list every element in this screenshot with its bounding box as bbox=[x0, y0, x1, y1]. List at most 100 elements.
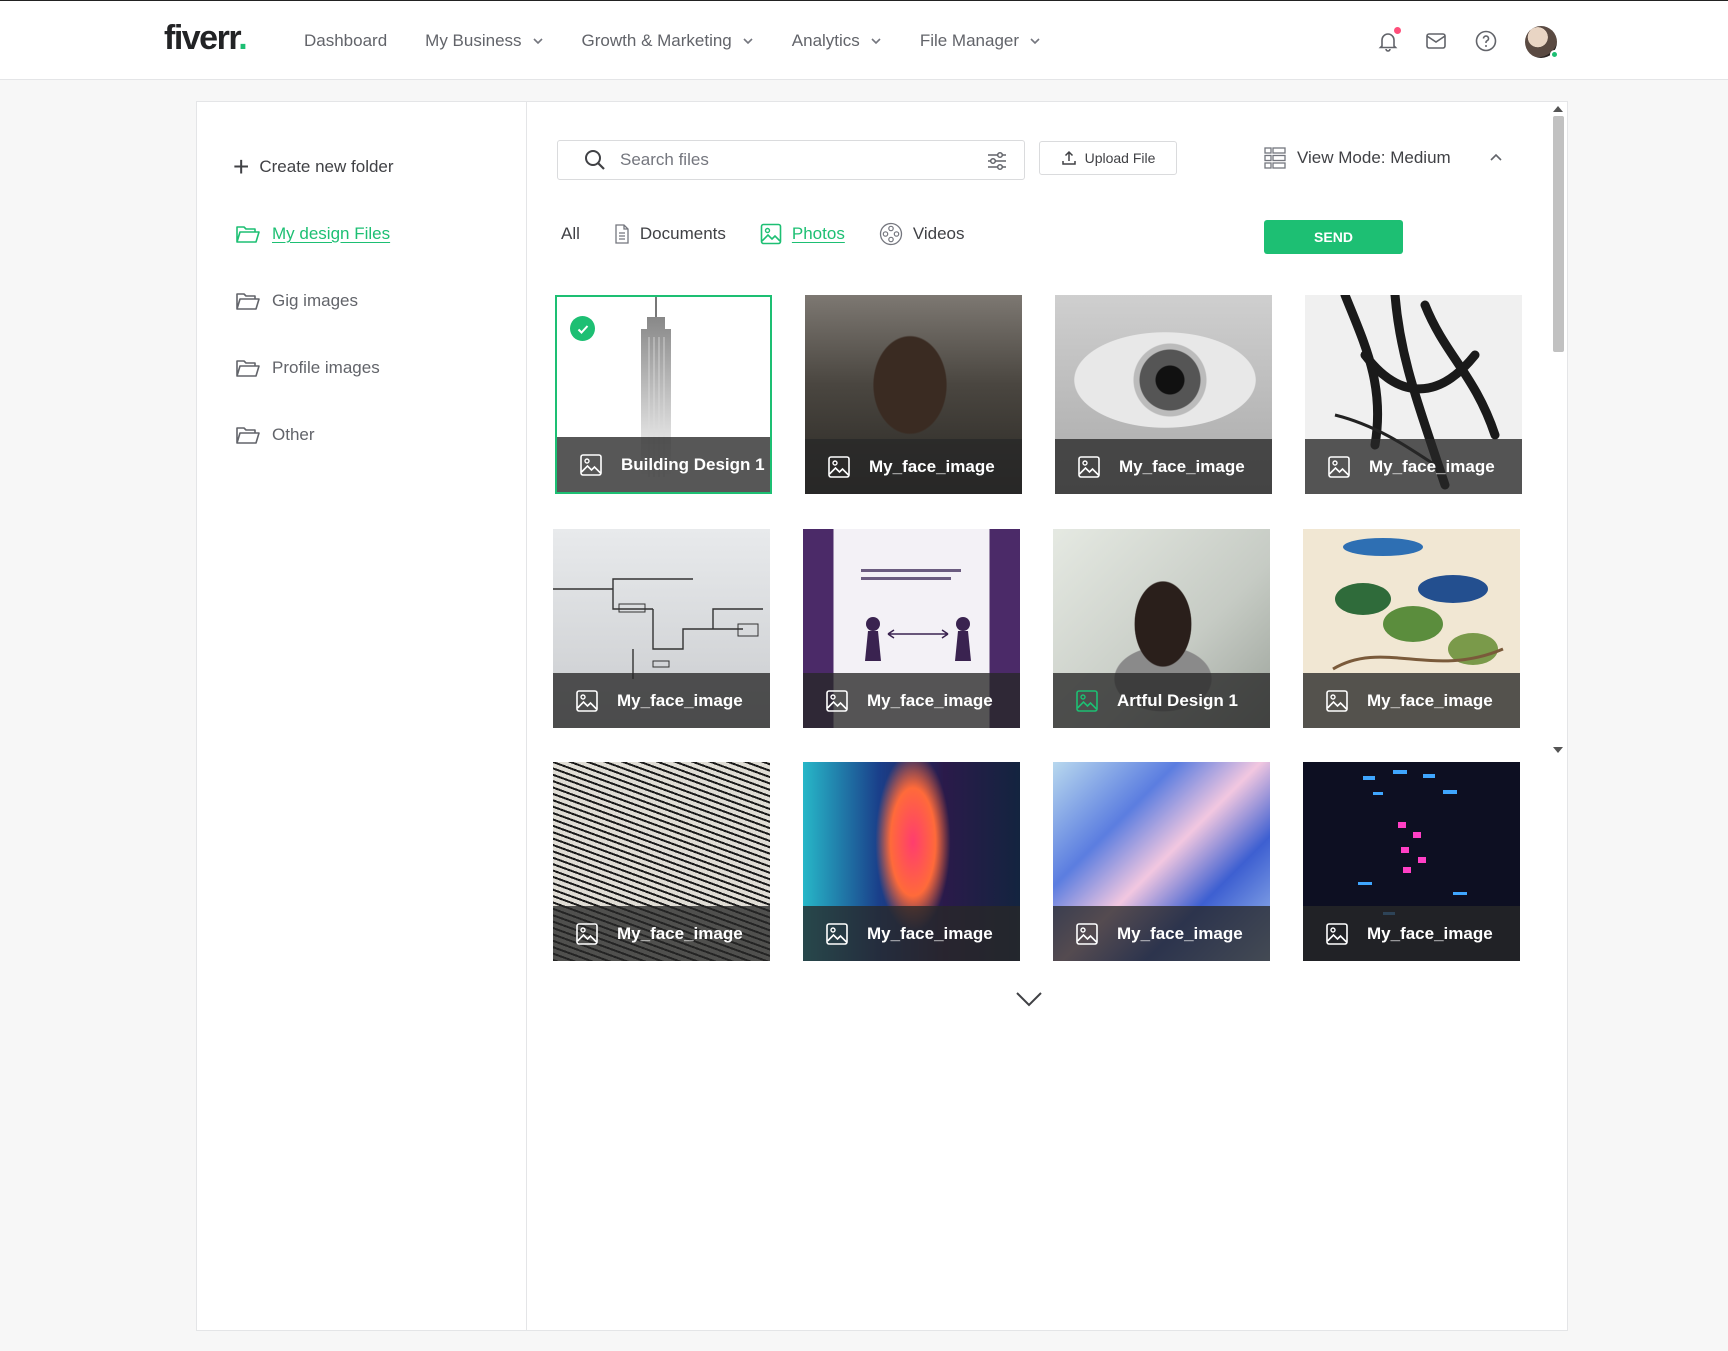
image-icon bbox=[576, 689, 598, 712]
nav-analytics-label: Analytics bbox=[791, 31, 860, 50]
chevron-down-icon bbox=[532, 38, 543, 45]
image-icon bbox=[828, 455, 850, 478]
image-icon bbox=[826, 922, 848, 945]
tab-videos[interactable]: Videos bbox=[879, 222, 965, 246]
top-navigation-bar: fiverr. Dashboard My Business Growth & M… bbox=[0, 0, 1728, 80]
image-icon bbox=[580, 453, 602, 476]
search-input[interactable] bbox=[620, 150, 950, 170]
avatar[interactable] bbox=[1525, 26, 1559, 59]
file-name: Building Design 1 bbox=[621, 454, 765, 474]
file-tile[interactable]: My_face_image bbox=[553, 529, 770, 728]
file-tile[interactable]: Artful Design 1 bbox=[1053, 529, 1270, 728]
scrollbar[interactable] bbox=[1549, 102, 1567, 762]
notification-dot bbox=[1394, 27, 1401, 34]
file-tile[interactable]: My_face_image bbox=[805, 295, 1022, 494]
file-name: My_face_image bbox=[617, 690, 743, 710]
folder-profile-images[interactable]: Profile images bbox=[235, 357, 380, 379]
file-tile[interactable]: My_face_image bbox=[553, 762, 770, 961]
folder-sidebar: + Create new folder My design Files Gig … bbox=[197, 102, 527, 1330]
folder-label: My design Files bbox=[272, 224, 391, 243]
folder-my-design-files[interactable]: My design Files bbox=[235, 223, 390, 245]
image-icon bbox=[1076, 922, 1098, 945]
file-name: My_face_image bbox=[867, 923, 993, 943]
file-tile[interactable]: My_face_image bbox=[803, 762, 1020, 961]
file-caption: My_face_image bbox=[553, 906, 770, 961]
send-button[interactable]: SEND bbox=[1264, 220, 1403, 254]
image-icon bbox=[760, 223, 782, 245]
upload-icon bbox=[1061, 150, 1076, 165]
scrollbar-thumb[interactable] bbox=[1553, 116, 1564, 352]
chevron-down-icon bbox=[1030, 38, 1040, 45]
file-caption: My_face_image bbox=[803, 906, 1020, 961]
file-name: My_face_image bbox=[869, 456, 995, 476]
file-tile[interactable]: My_face_image bbox=[1305, 295, 1522, 494]
folder-other[interactable]: Other bbox=[235, 424, 315, 446]
file-name: Artful Design 1 bbox=[1117, 690, 1238, 710]
file-name: My_face_image bbox=[617, 923, 743, 943]
file-tile[interactable]: My_face_image bbox=[803, 529, 1020, 728]
nav-growth-marketing[interactable]: Growth & Marketing bbox=[582, 31, 754, 51]
nav-analytics[interactable]: Analytics bbox=[792, 31, 882, 51]
tab-videos-label: Videos bbox=[912, 224, 965, 243]
file-caption: My_face_image bbox=[803, 673, 1020, 728]
nav-dashboard[interactable]: Dashboard bbox=[304, 31, 387, 51]
selected-check-icon bbox=[570, 316, 595, 341]
file-caption: My_face_image bbox=[1305, 439, 1522, 494]
view-mode-label: View Mode: Medium bbox=[1297, 148, 1451, 167]
file-name: My_face_image bbox=[1117, 923, 1243, 943]
nav-growth-marketing-label: Growth & Marketing bbox=[581, 31, 732, 50]
chevron-down-icon bbox=[743, 38, 753, 45]
nav-file-manager-label: File Manager bbox=[919, 31, 1020, 50]
upload-file-label: Upload File bbox=[1084, 150, 1156, 166]
filter-sliders-icon[interactable] bbox=[986, 150, 1008, 172]
tab-photos-label: Photos bbox=[791, 224, 845, 243]
tab-photos[interactable]: Photos bbox=[760, 223, 845, 245]
folder-icon bbox=[236, 427, 260, 444]
tab-all[interactable]: All bbox=[561, 224, 580, 244]
load-more-chevron-icon[interactable] bbox=[1015, 990, 1043, 1008]
file-name: My_face_image bbox=[1119, 456, 1245, 476]
search-box bbox=[557, 140, 1025, 180]
image-icon bbox=[826, 689, 848, 712]
view-mode-dropdown[interactable]: View Mode: Medium bbox=[1263, 146, 1503, 170]
folder-open-icon bbox=[236, 226, 260, 243]
file-caption: Artful Design 1 bbox=[1053, 673, 1270, 728]
file-tile[interactable]: My_face_image bbox=[1053, 762, 1270, 961]
folder-icon bbox=[236, 360, 260, 377]
search-icon bbox=[585, 150, 605, 170]
file-caption: Building Design 1 bbox=[557, 437, 770, 492]
file-tile[interactable]: My_face_image bbox=[1303, 529, 1520, 728]
file-caption: My_face_image bbox=[553, 673, 770, 728]
main-nav: Dashboard My Business Growth & Marketing… bbox=[304, 1, 1079, 81]
messages-button[interactable] bbox=[1424, 29, 1448, 53]
file-tile[interactable]: My_face_image bbox=[1055, 295, 1272, 494]
image-icon bbox=[1328, 455, 1350, 478]
file-tile[interactable]: My_face_image bbox=[1303, 762, 1520, 961]
folder-icon bbox=[236, 293, 260, 310]
tab-documents[interactable]: Documents bbox=[614, 224, 726, 244]
file-caption: My_face_image bbox=[1053, 906, 1270, 961]
send-label: SEND bbox=[1314, 229, 1353, 245]
file-name: My_face_image bbox=[1367, 923, 1493, 943]
image-icon bbox=[1076, 689, 1098, 712]
folder-label: Other bbox=[272, 425, 315, 444]
image-icon bbox=[1326, 689, 1348, 712]
nav-file-manager[interactable]: File Manager bbox=[920, 31, 1041, 51]
file-tile[interactable]: Building Design 1 bbox=[555, 295, 772, 494]
help-button[interactable] bbox=[1474, 29, 1498, 53]
fiverr-logo[interactable]: fiverr. bbox=[164, 19, 248, 58]
create-folder-label: Create new folder bbox=[259, 157, 394, 176]
envelope-icon bbox=[1426, 33, 1446, 49]
help-circle-icon bbox=[1475, 30, 1497, 52]
online-status-dot bbox=[1550, 50, 1559, 59]
document-icon bbox=[615, 224, 629, 244]
upload-file-button[interactable]: Upload File bbox=[1039, 141, 1177, 175]
create-folder-button[interactable]: + Create new folder bbox=[233, 153, 394, 181]
notifications-button[interactable] bbox=[1376, 27, 1401, 53]
folder-gig-images[interactable]: Gig images bbox=[235, 290, 358, 312]
nav-my-business[interactable]: My Business bbox=[425, 31, 543, 51]
scroll-up-arrow-icon[interactable] bbox=[1553, 106, 1563, 112]
scroll-down-arrow-icon[interactable] bbox=[1553, 747, 1563, 753]
nav-dashboard-label: Dashboard bbox=[304, 31, 388, 50]
chevron-up-icon bbox=[1490, 153, 1502, 161]
